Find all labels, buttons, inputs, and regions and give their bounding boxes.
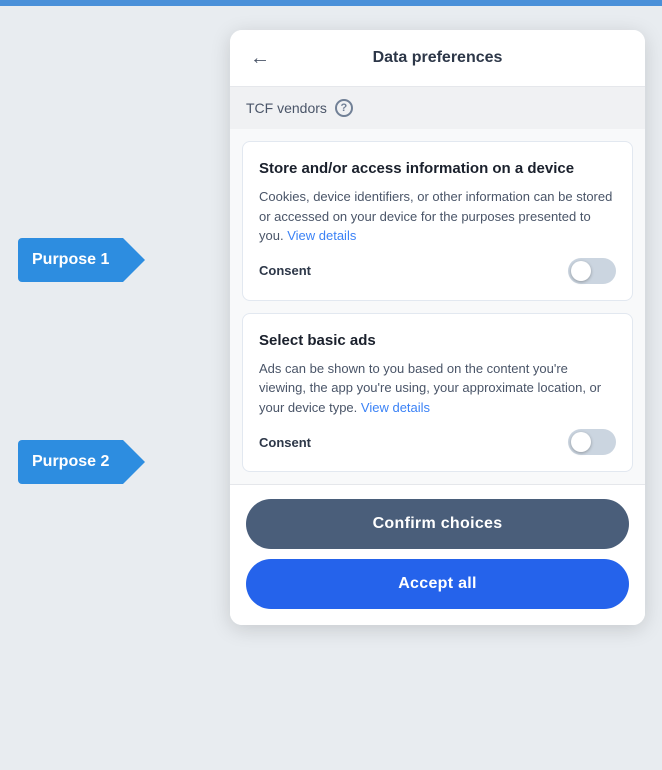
- purpose-2-arrow: Purpose 2: [18, 440, 145, 484]
- purpose-1-label: Purpose 1: [18, 238, 123, 282]
- purpose-2-view-details[interactable]: View details: [361, 400, 430, 415]
- section-header-text: TCF vendors: [246, 100, 327, 116]
- purpose-1-description: Cookies, device identifiers, or other in…: [259, 187, 616, 246]
- purpose-1-view-details[interactable]: View details: [287, 228, 356, 243]
- purpose-2-slider: [568, 429, 616, 455]
- purpose-1-arrowhead: [123, 238, 145, 282]
- section-header: TCF vendors ?: [230, 87, 645, 129]
- purpose-2-title: Select basic ads: [259, 330, 616, 351]
- dialog-header: ← Data preferences: [230, 30, 645, 87]
- purpose-1-arrow: Purpose 1: [18, 238, 145, 282]
- accept-all-button[interactable]: Accept all: [246, 559, 629, 609]
- purpose-1-slider: [568, 258, 616, 284]
- purpose-2-consent-row: Consent: [259, 429, 616, 455]
- confirm-choices-button[interactable]: Confirm choices: [246, 499, 629, 549]
- dialog-footer: Confirm choices Accept all: [230, 484, 645, 625]
- purpose-1-title: Store and/or access information on a dev…: [259, 158, 616, 179]
- top-bar: [0, 0, 662, 6]
- purpose-1-consent-label: Consent: [259, 263, 311, 278]
- help-icon[interactable]: ?: [335, 99, 353, 117]
- purpose-2-arrowhead: [123, 440, 145, 484]
- purpose-2-consent-label: Consent: [259, 435, 311, 450]
- dialog-content[interactable]: TCF vendors ? Store and/or access inform…: [230, 87, 645, 484]
- purpose-2-label: Purpose 2: [18, 440, 123, 484]
- purpose-1-toggle[interactable]: [568, 258, 616, 284]
- dialog-title: Data preferences: [282, 49, 593, 67]
- purpose-card-2: Select basic ads Ads can be shown to you…: [242, 313, 633, 473]
- dialog-card: ← Data preferences TCF vendors ? Store a…: [230, 30, 645, 625]
- purpose-2-toggle[interactable]: [568, 429, 616, 455]
- purpose-1-consent-row: Consent: [259, 258, 616, 284]
- back-button[interactable]: ←: [250, 48, 270, 68]
- purpose-card-1: Store and/or access information on a dev…: [242, 141, 633, 301]
- purpose-2-description: Ads can be shown to you based on the con…: [259, 359, 616, 418]
